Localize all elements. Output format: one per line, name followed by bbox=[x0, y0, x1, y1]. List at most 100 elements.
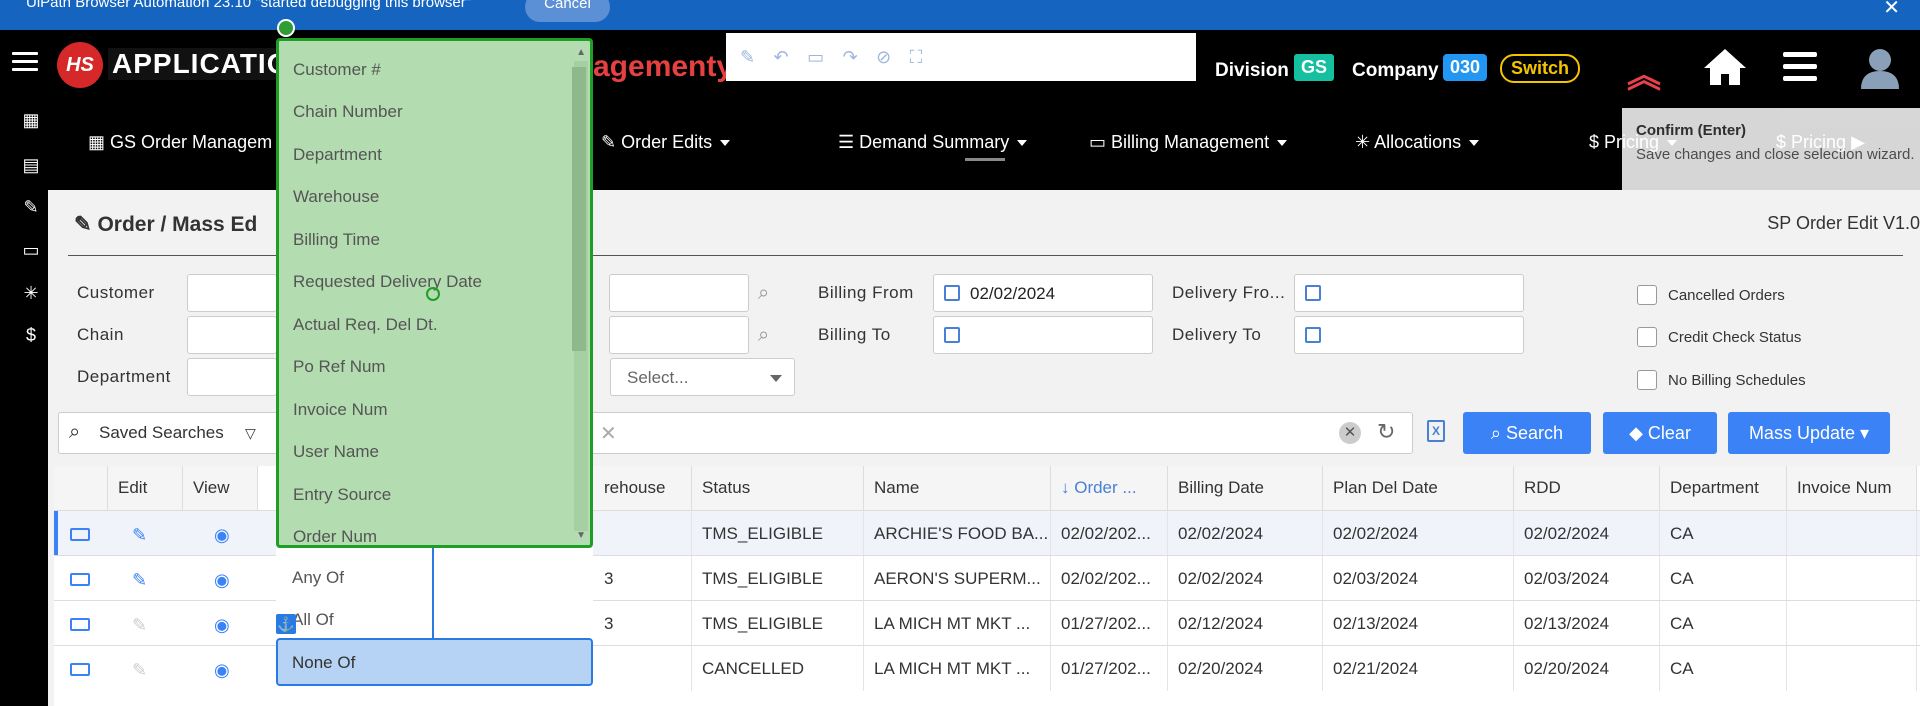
keyboard-icon[interactable] bbox=[70, 663, 90, 676]
card-icon[interactable]: ▭ bbox=[20, 240, 42, 262]
no-billing-checkbox[interactable] bbox=[1637, 370, 1657, 390]
nav-gs-order-management[interactable]: ▦ GS Order Managem bbox=[88, 132, 272, 153]
view-icon[interactable]: ◉ bbox=[214, 525, 230, 546]
search-icon[interactable]: ⌕ bbox=[758, 324, 769, 347]
column-header[interactable]: Billing Date bbox=[1168, 466, 1323, 510]
operator-option-selected[interactable]: None Of bbox=[276, 638, 593, 686]
field-option[interactable]: User Name bbox=[293, 442, 379, 462]
clear-search-icon[interactable]: ✕ bbox=[1339, 422, 1361, 444]
redo-icon[interactable]: ↷ bbox=[843, 47, 858, 68]
credit-check-checkbox[interactable] bbox=[1637, 327, 1657, 347]
edit-icon[interactable]: ✎ bbox=[740, 47, 755, 68]
keyboard-icon[interactable] bbox=[70, 573, 90, 586]
field-option[interactable]: Requested Delivery Date bbox=[293, 272, 482, 292]
view-icon[interactable]: ◉ bbox=[214, 615, 230, 636]
column-header[interactable]: Edit bbox=[108, 466, 183, 510]
edit-icon[interactable]: ✎ bbox=[132, 525, 147, 546]
operator-option[interactable]: Any Of bbox=[292, 568, 344, 588]
grid-icon: ▦ bbox=[88, 132, 106, 152]
edit-icon[interactable]: ✎ bbox=[20, 197, 42, 219]
scrollbar-thumb[interactable] bbox=[572, 67, 586, 351]
nav-pricing[interactable]: $ Pricing bbox=[1589, 132, 1678, 153]
close-icon[interactable]: ✕ bbox=[1883, 0, 1900, 20]
column-header[interactable]: RDD bbox=[1514, 466, 1660, 510]
search-button[interactable]: ⌕ Search bbox=[1463, 412, 1591, 454]
field-option[interactable]: Actual Req. Del Dt. bbox=[293, 315, 438, 335]
document-icon[interactable]: ▤ bbox=[20, 155, 42, 177]
lookup-input-1[interactable] bbox=[609, 274, 749, 312]
field-option[interactable]: Customer # bbox=[293, 60, 381, 80]
cell-rdd: 02/03/2024 bbox=[1514, 556, 1660, 601]
cancel-debug-button[interactable]: Cancel bbox=[525, 0, 610, 22]
view-icon[interactable]: ◉ bbox=[214, 570, 230, 591]
keyboard-icon[interactable] bbox=[70, 618, 90, 631]
menu-icon[interactable] bbox=[1783, 52, 1817, 88]
nav-allocations[interactable]: ✳ Allocations bbox=[1355, 132, 1480, 153]
dollar-icon[interactable]: $ bbox=[20, 325, 42, 347]
chevron-down-icon[interactable]: ▽ bbox=[245, 425, 256, 442]
view-icon[interactable]: ◉ bbox=[214, 660, 230, 681]
scroll-down-icon[interactable]: ▼ bbox=[576, 530, 586, 541]
calendar-icon[interactable] bbox=[944, 327, 960, 343]
billing-from-input[interactable]: 02/02/2024 bbox=[933, 274, 1153, 312]
home-icon[interactable] bbox=[1702, 47, 1748, 87]
saved-searches-bar[interactable]: ⌕ Saved Searches ▽ ✕ ✕ ↻ bbox=[58, 412, 1413, 454]
calendar-icon[interactable] bbox=[1305, 285, 1321, 301]
chevron-up-icon[interactable]: ︽ bbox=[1627, 48, 1661, 97]
cell-name: LA MICH MT MKT ... bbox=[864, 646, 1051, 691]
edit-toolbar: ✎ ↶ ▭ ↷ ⊘ ⛶ bbox=[726, 33, 1196, 81]
column-header[interactable]: Plan Del Date bbox=[1323, 466, 1514, 510]
field-option[interactable]: Chain Number bbox=[293, 102, 403, 122]
switch-button[interactable]: Switch bbox=[1500, 54, 1581, 83]
clear-button[interactable]: ◆ Clear bbox=[1603, 412, 1717, 454]
nav-pricing-2[interactable]: $ Pricing ▶ bbox=[1776, 132, 1865, 153]
dashboard-icon[interactable]: ▦ bbox=[20, 110, 42, 132]
operator-option[interactable]: All Of bbox=[292, 610, 334, 630]
search-icon[interactable]: ⌕ bbox=[758, 282, 769, 305]
mass-update-button[interactable]: Mass Update ▾ bbox=[1728, 412, 1890, 454]
field-option[interactable]: Entry Source bbox=[293, 485, 391, 505]
billing-to-input[interactable] bbox=[933, 316, 1153, 354]
field-option[interactable]: Invoice Num bbox=[293, 400, 387, 420]
lookup-input-2[interactable] bbox=[609, 316, 749, 354]
customer-input[interactable] bbox=[187, 274, 277, 312]
edit-icon: ✎ bbox=[132, 615, 148, 635]
nav-order-edits[interactable]: ✎ Order Edits bbox=[601, 132, 731, 153]
cancelled-orders-checkbox[interactable] bbox=[1637, 285, 1657, 305]
nav-demand-summary[interactable]: ☰ Demand Summary bbox=[838, 132, 1028, 153]
column-header[interactable]: Invoice Num bbox=[1787, 466, 1917, 510]
field-option[interactable]: Po Ref Num bbox=[293, 357, 386, 377]
anchor-icon[interactable]: ⚓ bbox=[276, 614, 296, 634]
field-option[interactable]: Warehouse bbox=[293, 187, 379, 207]
undo-icon[interactable]: ↶ bbox=[774, 47, 789, 68]
column-header[interactable]: rehouse bbox=[594, 466, 692, 510]
scroll-up-icon[interactable]: ▲ bbox=[576, 47, 586, 58]
column-header[interactable]: Status bbox=[692, 466, 864, 510]
column-header-sorted[interactable]: ↓ Order ... bbox=[1051, 466, 1168, 510]
keyboard-icon[interactable] bbox=[70, 528, 90, 541]
refresh-icon[interactable]: ↻ bbox=[1377, 419, 1395, 445]
edit-icon[interactable]: ✎ bbox=[132, 570, 147, 591]
field-option[interactable]: Order Num bbox=[293, 527, 377, 545]
field-option[interactable]: Billing Time bbox=[293, 230, 380, 250]
department-input[interactable] bbox=[187, 358, 277, 396]
save-icon[interactable]: ▭ bbox=[807, 47, 824, 68]
delivery-to-input[interactable] bbox=[1294, 316, 1524, 354]
clear-chip-icon[interactable]: ✕ bbox=[600, 421, 617, 446]
calendar-icon[interactable] bbox=[944, 285, 960, 301]
delivery-from-input[interactable] bbox=[1294, 274, 1524, 312]
asterisk-icon[interactable]: ✳ bbox=[20, 283, 42, 305]
column-header[interactable]: Department bbox=[1660, 466, 1787, 510]
field-option[interactable]: Department bbox=[293, 145, 382, 165]
column-header[interactable]: View bbox=[183, 466, 258, 510]
avatar[interactable] bbox=[1860, 47, 1900, 89]
hamburger-menu-icon[interactable] bbox=[12, 52, 38, 76]
column-header[interactable]: Name bbox=[864, 466, 1051, 510]
chain-input[interactable] bbox=[187, 316, 277, 354]
excel-export-icon[interactable]: X bbox=[1427, 420, 1445, 442]
calendar-icon[interactable] bbox=[1305, 327, 1321, 343]
nav-billing-management[interactable]: ▭ Billing Management bbox=[1089, 132, 1288, 153]
expand-icon[interactable]: ⛶ bbox=[910, 47, 923, 68]
hide-icon[interactable]: ⊘ bbox=[876, 47, 891, 68]
filter-select[interactable]: Select... bbox=[610, 358, 795, 396]
